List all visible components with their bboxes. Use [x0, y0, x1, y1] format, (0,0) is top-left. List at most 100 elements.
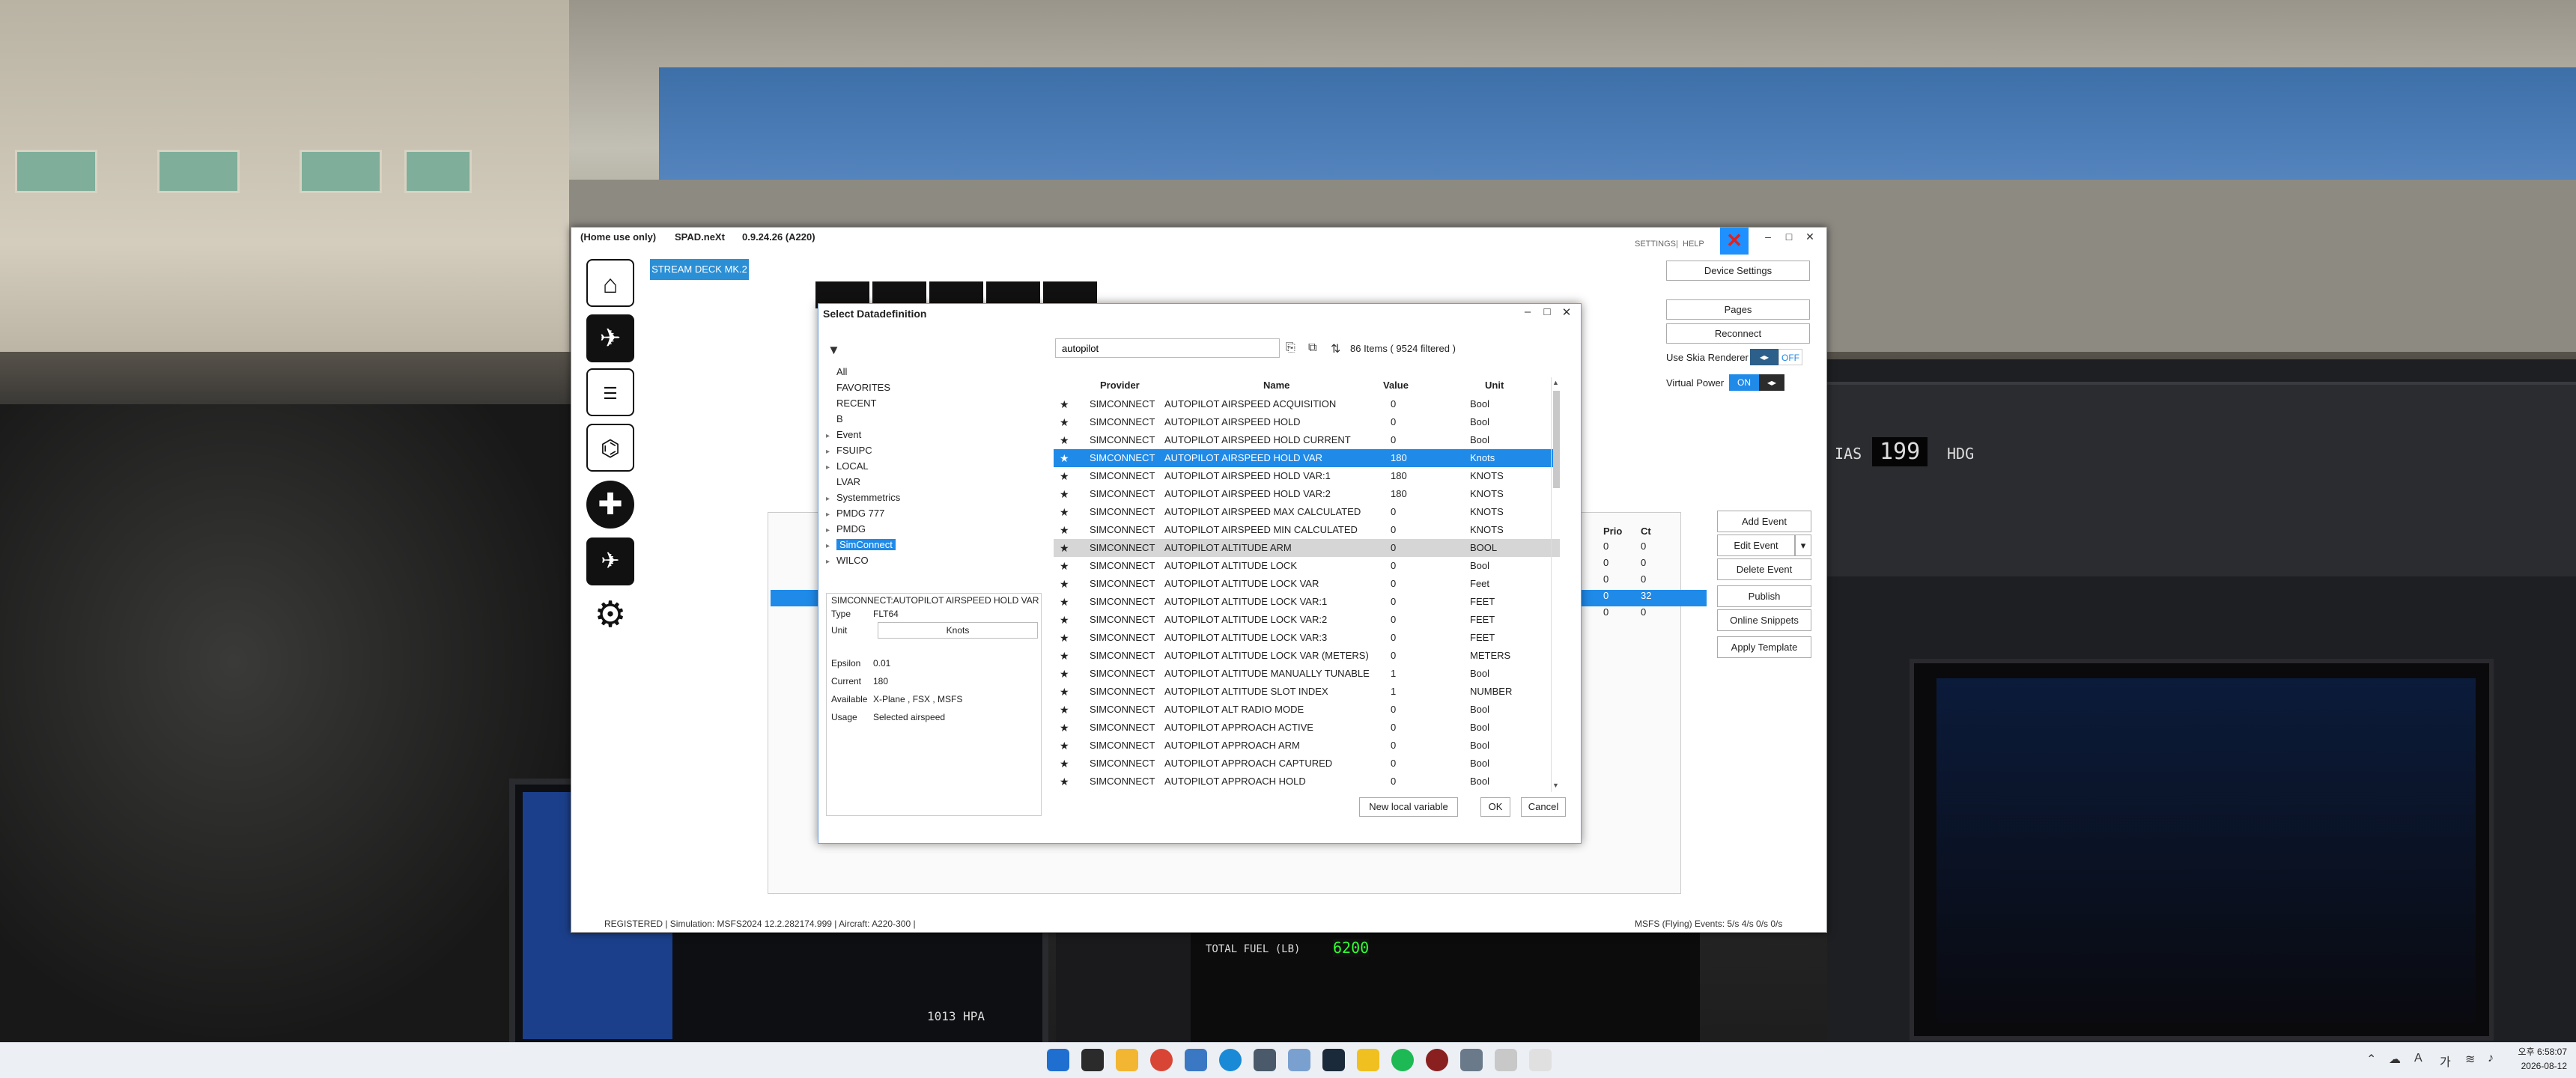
- tree-item-b[interactable]: B: [836, 411, 843, 427]
- edit-event-button[interactable]: Edit Event: [1717, 535, 1795, 556]
- unit-select[interactable]: Knots: [878, 622, 1038, 639]
- radio-stack-icon[interactable]: ☰: [586, 368, 634, 416]
- tree-item-recent[interactable]: RECENT: [836, 395, 876, 411]
- app-icon[interactable]: [1426, 1049, 1448, 1071]
- dialog-close-icon[interactable]: ✕: [1557, 305, 1576, 322]
- scroll-thumb[interactable]: [1553, 391, 1560, 488]
- favorite-star-icon[interactable]: ★: [1060, 719, 1069, 737]
- skia-renderer-toggle[interactable]: OFF: [1778, 349, 1802, 365]
- taskview-icon[interactable]: [1081, 1049, 1104, 1071]
- copy-icon[interactable]: ⎘: [1286, 341, 1295, 355]
- grid-row[interactable]: ★ SIMCONNECT AUTOPILOT AIRSPEED HOLD CURRE…: [1054, 431, 1560, 449]
- tree-item-local[interactable]: ▸ LOCAL: [826, 458, 869, 474]
- tree-item-wilco[interactable]: ▸ WILCO: [826, 552, 869, 568]
- settings-link[interactable]: SETTINGS: [1635, 240, 1676, 249]
- favorite-star-icon[interactable]: ★: [1060, 575, 1069, 593]
- favorite-star-icon[interactable]: ★: [1060, 539, 1069, 557]
- app-icon[interactable]: [1357, 1049, 1379, 1071]
- tree-item-all[interactable]: All: [836, 364, 847, 380]
- apply-template-button[interactable]: Apply Template: [1717, 636, 1811, 658]
- skia-toggle-knob[interactable]: ◂▸: [1750, 349, 1778, 365]
- favorite-star-icon[interactable]: ★: [1060, 449, 1069, 467]
- virtual-power-knob[interactable]: ◂▸: [1759, 374, 1784, 391]
- grid-row[interactable]: ★ SIMCONNECT AUTOPILOT APPROACH ARM 0 Bool: [1054, 737, 1560, 755]
- favorite-star-icon[interactable]: ★: [1060, 413, 1069, 431]
- cancel-button[interactable]: Cancel: [1521, 797, 1566, 817]
- maximize-icon[interactable]: □: [1780, 231, 1798, 246]
- favorite-star-icon[interactable]: ★: [1060, 593, 1069, 611]
- cockpit-controls-icon[interactable]: ⌬: [586, 424, 634, 472]
- favorite-star-icon[interactable]: ★: [1060, 737, 1069, 755]
- close-icon[interactable]: ✕: [1801, 231, 1819, 246]
- value-header[interactable]: Value: [1383, 377, 1409, 394]
- favorite-star-icon[interactable]: ★: [1060, 665, 1069, 683]
- unit-header[interactable]: Unit: [1485, 377, 1504, 394]
- filter-icon[interactable]: ▼: [827, 343, 840, 358]
- device-settings-button[interactable]: Device Settings: [1666, 261, 1810, 281]
- grid-row[interactable]: ★ SIMCONNECT AUTOPILOT APPROACH ACTIVE 0 Boo…: [1054, 719, 1560, 737]
- app-icon[interactable]: [1185, 1049, 1207, 1071]
- edge-icon[interactable]: [1219, 1049, 1242, 1071]
- favorite-star-icon[interactable]: ★: [1060, 701, 1069, 719]
- favorite-star-icon[interactable]: ★: [1060, 629, 1069, 647]
- grid-row[interactable]: ★ SIMCONNECT AUTOPILOT ALTITUDE ARM 0 BOOL: [1054, 539, 1560, 557]
- add-event-button[interactable]: Add Event: [1717, 511, 1811, 532]
- favorite-star-icon[interactable]: ★: [1060, 395, 1069, 413]
- grid-row[interactable]: ★ SIMCONNECT AUTOPILOT AIRSPEED HOLD VAR:2…: [1054, 485, 1560, 503]
- favorite-star-icon[interactable]: ★: [1060, 773, 1069, 791]
- app-icon[interactable]: [1288, 1049, 1310, 1071]
- grid-row[interactable]: ★ SIMCONNECT AUTOPILOT ALT RADIO MODE 0 Bool: [1054, 701, 1560, 719]
- ok-button[interactable]: OK: [1480, 797, 1510, 817]
- tree-item-favorites[interactable]: FAVORITES: [836, 380, 890, 395]
- start-icon[interactable]: [1047, 1049, 1069, 1071]
- delete-event-button[interactable]: Delete Event: [1717, 558, 1811, 580]
- airplane-panel-icon[interactable]: ✈: [586, 314, 634, 362]
- settings-gears-icon[interactable]: ⚙: [586, 591, 634, 639]
- provider-header[interactable]: Provider: [1100, 377, 1140, 394]
- name-header[interactable]: Name: [1263, 377, 1289, 394]
- grid-scrollbar[interactable]: ▲ ▼: [1551, 377, 1561, 792]
- grid-row[interactable]: ★ SIMCONNECT AUTOPILOT ALTITUDE LOCK VAR:3…: [1054, 629, 1560, 647]
- tree-item-fsuipc[interactable]: ▸ FSUIPC: [826, 442, 872, 458]
- grid-row[interactable]: ★ SIMCONNECT AUTOPILOT AIRSPEED MAX CALCUL…: [1054, 503, 1560, 521]
- medical-cross-icon[interactable]: ✚: [586, 481, 634, 529]
- favorite-star-icon[interactable]: ★: [1060, 683, 1069, 701]
- favorite-star-icon[interactable]: ★: [1060, 557, 1069, 575]
- virtual-power-toggle[interactable]: ON: [1729, 374, 1759, 391]
- system-clock[interactable]: 오후 6:58:07 2026-08-12: [2500, 1045, 2567, 1074]
- pages-button[interactable]: Pages: [1666, 299, 1810, 320]
- favorite-star-icon[interactable]: ★: [1060, 755, 1069, 773]
- minimize-icon[interactable]: –: [1759, 231, 1777, 246]
- dialog-maximize-icon[interactable]: □: [1537, 305, 1557, 322]
- dialog-minimize-icon[interactable]: –: [1518, 305, 1537, 322]
- grid-row[interactable]: ★ SIMCONNECT AUTOPILOT AIRSPEED MIN CALCUL…: [1054, 521, 1560, 539]
- grid-row[interactable]: ★ SIMCONNECT AUTOPILOT AIRSPEED ACQUISITIO…: [1054, 395, 1560, 413]
- chrome-icon[interactable]: [1150, 1049, 1173, 1071]
- favorite-star-icon[interactable]: ★: [1060, 647, 1069, 665]
- grid-row[interactable]: ★ SIMCONNECT AUTOPILOT AIRSPEED HOLD 0 Bool: [1054, 413, 1560, 431]
- favorite-star-icon[interactable]: ★: [1060, 467, 1069, 485]
- grid-row[interactable]: ★ SIMCONNECT AUTOPILOT APPROACH CAPTURED 0 B…: [1054, 755, 1560, 773]
- tree-item-event[interactable]: ▸ Event: [826, 427, 861, 442]
- swap-icon[interactable]: ⇅: [1331, 341, 1340, 356]
- app-icon[interactable]: [1529, 1049, 1552, 1071]
- favorite-star-icon[interactable]: ★: [1060, 503, 1069, 521]
- online-snippets-button[interactable]: Online Snippets: [1717, 609, 1811, 631]
- tree-item-lvar[interactable]: LVAR: [836, 474, 860, 490]
- spotify-icon[interactable]: [1391, 1049, 1414, 1071]
- tree-item-pmdg-777[interactable]: ▸ PMDG 777: [826, 505, 884, 521]
- grid-row[interactable]: ★ SIMCONNECT AUTOPILOT ALTITUDE LOCK VAR (…: [1054, 647, 1560, 665]
- tree-item-simconnect[interactable]: ▸ SimConnect: [826, 537, 896, 552]
- chevron-down-icon[interactable]: ▾: [1795, 535, 1811, 556]
- new-local-variable-button[interactable]: New local variable: [1359, 797, 1458, 817]
- search-input[interactable]: [1055, 338, 1280, 358]
- tree-item-systemmetrics[interactable]: ▸ Systemmetrics: [826, 490, 900, 505]
- grid-row[interactable]: ★ SIMCONNECT AUTOPILOT ALTITUDE LOCK 0 Bool: [1054, 557, 1560, 575]
- camera-plane-icon[interactable]: ✈: [586, 538, 634, 585]
- wifi-icon[interactable]: ≋: [2465, 1052, 2475, 1067]
- app-icon[interactable]: [1254, 1049, 1276, 1071]
- favorite-star-icon[interactable]: ★: [1060, 521, 1069, 539]
- app-icon[interactable]: [1460, 1049, 1483, 1071]
- favorite-star-icon[interactable]: ★: [1060, 431, 1069, 449]
- volume-icon[interactable]: ♪: [2488, 1052, 2494, 1065]
